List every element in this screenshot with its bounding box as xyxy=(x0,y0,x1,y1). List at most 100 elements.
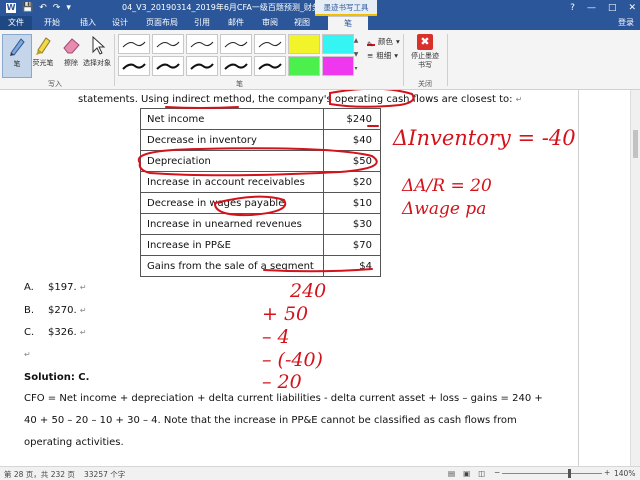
highlighter-label: 荧光笔 xyxy=(32,59,54,67)
table-cell-value: $4 xyxy=(323,255,381,277)
tab-layout[interactable]: 页面布局 xyxy=(140,16,184,30)
ink-note-wages: Δwage pa xyxy=(401,199,486,219)
question-line: statements. Using indirect method, the c… xyxy=(78,94,522,105)
login-link[interactable]: 登录 xyxy=(618,17,634,28)
page-margin-line xyxy=(578,90,579,466)
ribbon-separator xyxy=(447,34,448,86)
pen-swatch[interactable] xyxy=(118,34,150,54)
select-objects-button[interactable]: 选择对象 xyxy=(82,34,112,78)
table-cell-value: $70 xyxy=(323,234,381,256)
option-text: $326. xyxy=(48,327,77,338)
ink-note-inventory: ΔInventory = -40 xyxy=(392,126,576,150)
paragraph-mark: ↵ xyxy=(79,306,87,315)
tab-references[interactable]: 引用 xyxy=(188,16,216,30)
scroll-down-icon[interactable]: ▼ xyxy=(352,48,360,62)
tab-insert[interactable]: 插入 xyxy=(74,16,102,30)
table-row: Depreciation $50 xyxy=(140,150,381,172)
pen-gallery-scroll[interactable]: ▲ ▼ ▾ xyxy=(352,34,360,76)
view-buttons: ▤ ▣ ◫ xyxy=(448,469,485,478)
pen-swatch[interactable] xyxy=(220,56,252,76)
highlighter-button[interactable]: 荧光笔 xyxy=(28,34,58,78)
pen-swatch[interactable] xyxy=(254,34,286,54)
word-count[interactable]: 33257 个字 xyxy=(84,469,125,480)
pen-swatch[interactable] xyxy=(152,34,184,54)
ink-note-ar: ΔA/R = 20 xyxy=(401,176,492,196)
read-mode-icon[interactable]: ▤ xyxy=(448,469,455,478)
table-row: Decrease in inventory $40 xyxy=(140,129,381,151)
pen-icon xyxy=(7,35,27,57)
table-cell-item: Increase in unearned revenues xyxy=(140,213,324,235)
solution-heading: Solution: C. xyxy=(24,372,90,383)
tab-review[interactable]: 审阅 xyxy=(256,16,284,30)
status-bar: 第 28 页，共 232 页 33257 个字 ▤ ▣ ◫ − + 140% xyxy=(0,466,640,480)
color-dropdown[interactable]: ✎ 颜色 ▾ xyxy=(367,35,400,49)
highlighter-swatch-yellow[interactable] xyxy=(288,34,320,54)
ribbon-display-icon[interactable]: ? xyxy=(570,3,575,13)
thickness-icon: ≡ xyxy=(367,51,374,60)
tab-mailings[interactable]: 邮件 xyxy=(222,16,250,30)
scrollbar-thumb[interactable] xyxy=(633,130,638,158)
minimize-icon[interactable]: — xyxy=(587,3,596,13)
cursor-icon xyxy=(87,34,107,56)
cash-flow-table: Net income $240 Decrease in inventory $40 … xyxy=(140,108,381,277)
option-text: $270. xyxy=(48,305,77,316)
highlighter-swatch-magenta[interactable] xyxy=(322,56,354,76)
document-area[interactable]: statements. Using indirect method, the c… xyxy=(0,90,640,466)
table-row: Net income $240 xyxy=(140,108,381,130)
scroll-up-icon[interactable]: ▲ xyxy=(352,34,360,48)
table-cell-item: Decrease in inventory xyxy=(140,129,324,151)
tab-file[interactable]: 文件 xyxy=(0,16,32,30)
zoom-level[interactable]: 140% xyxy=(614,469,635,478)
table-row: Increase in account receivables $20 xyxy=(140,171,381,193)
pen-swatch[interactable] xyxy=(118,56,150,76)
table-cell-value: $240 xyxy=(323,108,381,130)
stop-inking-button[interactable]: ✖ 停止墨迹书写 xyxy=(408,34,442,78)
pens-group-label: 笔 xyxy=(236,80,243,88)
table-row: Increase in PP&E $70 xyxy=(140,234,381,256)
answer-option: C. $326. ↵ xyxy=(24,327,87,338)
paragraph-mark: ↵ xyxy=(79,283,87,292)
more-icon[interactable]: ▾ xyxy=(352,62,360,76)
ink-calc-line: + 50 xyxy=(262,303,308,325)
option-letter: A. xyxy=(24,282,34,293)
pen-swatch[interactable] xyxy=(220,34,252,54)
close-icon[interactable]: ✕ xyxy=(628,3,636,13)
zoom-in-icon[interactable]: + xyxy=(604,468,610,477)
page-count[interactable]: 第 28 页，共 232 页 xyxy=(4,469,75,480)
tab-design[interactable]: 设计 xyxy=(106,16,134,30)
print-layout-icon[interactable]: ▣ xyxy=(463,469,470,478)
thickness-dropdown[interactable]: ≡ 粗细 ▾ xyxy=(367,49,400,63)
customize-icon[interactable]: ▾ xyxy=(66,3,71,13)
table-cell-value: $40 xyxy=(323,129,381,151)
solution-text: CFO = Net income + depreciation + delta … xyxy=(24,393,543,448)
option-letter: C. xyxy=(24,327,35,338)
redo-icon[interactable]: ↷ xyxy=(53,3,61,13)
eraser-label: 擦除 xyxy=(64,59,78,67)
select-objects-label: 选择对象 xyxy=(83,59,111,67)
stop-icon: ✖ xyxy=(417,34,433,50)
close-group-label: 关闭 xyxy=(418,80,432,88)
pen-swatch[interactable] xyxy=(186,34,218,54)
highlighter-swatch-cyan[interactable] xyxy=(322,34,354,54)
tab-view[interactable]: 视图 xyxy=(288,16,316,30)
save-icon[interactable]: 💾 xyxy=(22,3,33,13)
zoom-slider-knob[interactable] xyxy=(568,469,571,478)
pen-swatch[interactable] xyxy=(186,56,218,76)
web-layout-icon[interactable]: ◫ xyxy=(478,469,485,478)
zoom-out-icon[interactable]: − xyxy=(494,468,500,477)
tab-pen[interactable]: 笔 xyxy=(328,16,368,30)
highlighter-swatch-green[interactable] xyxy=(288,56,320,76)
table-cell-value: $20 xyxy=(323,171,381,193)
ribbon: 笔 荧光笔 擦除 选择对象 写入 ▲ ▼ ▾ ✎ 颜色 ▾ ≡ 粗细 ▾ 笔 ✖… xyxy=(0,30,640,90)
table-cell-value: $30 xyxy=(323,213,381,235)
tab-home[interactable]: 开始 xyxy=(38,16,66,30)
maximize-icon[interactable]: □ xyxy=(608,3,617,13)
pen-swatch[interactable] xyxy=(254,56,286,76)
undo-icon[interactable]: ↶ xyxy=(39,3,47,13)
zoom-slider[interactable] xyxy=(502,469,602,478)
paragraph-mark: ↵ xyxy=(79,328,87,337)
ribbon-tabs: 文件 开始 插入 设计 页面布局 引用 邮件 审阅 视图 笔 登录 xyxy=(0,16,640,30)
vertical-scrollbar[interactable] xyxy=(630,90,640,466)
pen-swatch[interactable] xyxy=(152,56,184,76)
paragraph-mark: ↵ xyxy=(24,350,31,359)
